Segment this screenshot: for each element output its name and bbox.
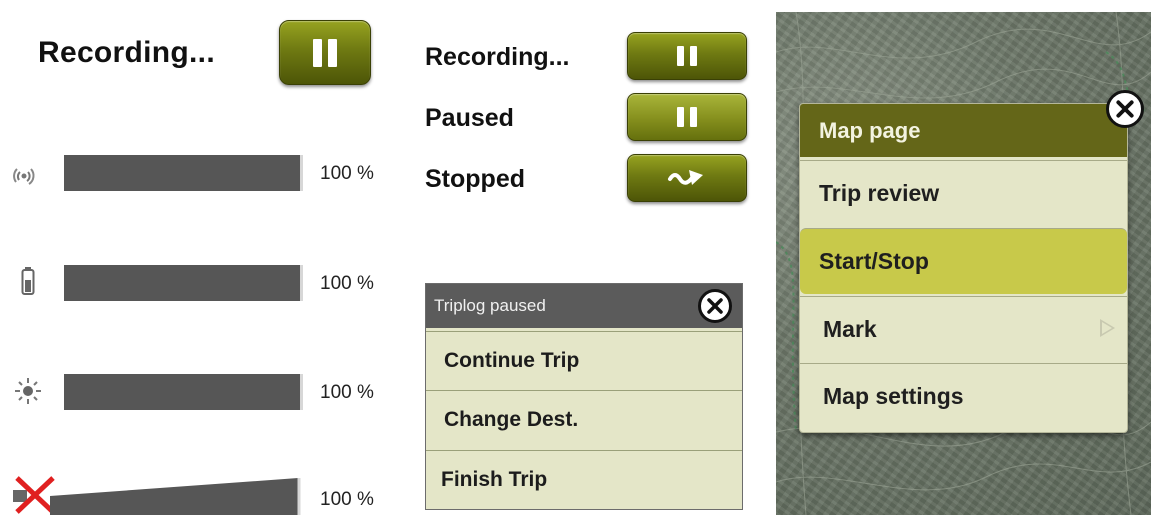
map-menu-item-start-stop[interactable]: Start/Stop [800,228,1127,294]
brightness-bar [64,374,303,410]
volume-bar [50,478,302,520]
triplog-item-finish-trip[interactable]: Finish Trip [426,450,742,508]
pause-icon [677,107,697,127]
brightness-icon [8,374,48,408]
start-button-stopped[interactable] [627,154,747,202]
map-menu-item-label: Map settings [823,383,964,409]
pause-icon [313,38,337,67]
close-icon [707,298,723,314]
close-icon [1116,100,1134,118]
map-menu-item-mark[interactable]: Mark [800,296,1127,362]
triplog-title: Triplog paused [434,296,546,315]
go-arrow-icon [668,170,703,185]
pause-button-recording[interactable] [627,32,747,80]
triplog-item-change-dest[interactable]: Change Dest. [426,390,742,448]
gps-signal-icon [8,154,48,188]
pause-icon [677,46,697,66]
map-menu-title: Map page [819,118,921,143]
map-menu-item-map-settings[interactable]: Map settings [800,363,1127,429]
triplog-close-button[interactable] [698,289,732,323]
triplog-dialog: Triplog paused Continue Trip Change Dest… [425,283,743,510]
recording-title: Recording... [38,36,215,69]
triplog-item-label: Finish Trip [441,467,548,491]
triplog-item-continue-trip[interactable]: Continue Trip [426,331,742,389]
triplog-header: Triplog paused [426,284,742,328]
triplog-item-label: Continue Trip [444,348,580,372]
pause-button-large[interactable] [279,20,371,85]
map-menu-header: Map page [800,104,1127,157]
pause-button-paused[interactable] [627,93,747,141]
gps-signal-bar [64,155,303,191]
state-label-stopped: Stopped [425,165,525,193]
map-page-menu: Map page Trip review Start/Stop Mark Map… [799,103,1128,433]
map-menu-item-label: Start/Stop [819,248,929,274]
brightness-percent: 100 % [320,382,374,403]
state-label-paused: Paused [425,104,514,132]
battery-percent: 100 % [320,273,374,294]
map-menu-item-label: Mark [823,316,877,342]
map-menu-item-label: Trip review [819,180,940,206]
map-menu-close-button[interactable] [1106,90,1144,128]
submenu-arrow-icon [1100,319,1115,337]
gps-signal-percent: 100 % [320,163,374,184]
volume-percent: 100 % [320,489,374,510]
battery-bar [64,265,303,301]
map-menu-item-trip-review[interactable]: Trip review [800,160,1127,226]
battery-icon [8,264,48,298]
triplog-item-label: Change Dest. [444,407,579,431]
state-label-recording: Recording... [425,43,570,71]
